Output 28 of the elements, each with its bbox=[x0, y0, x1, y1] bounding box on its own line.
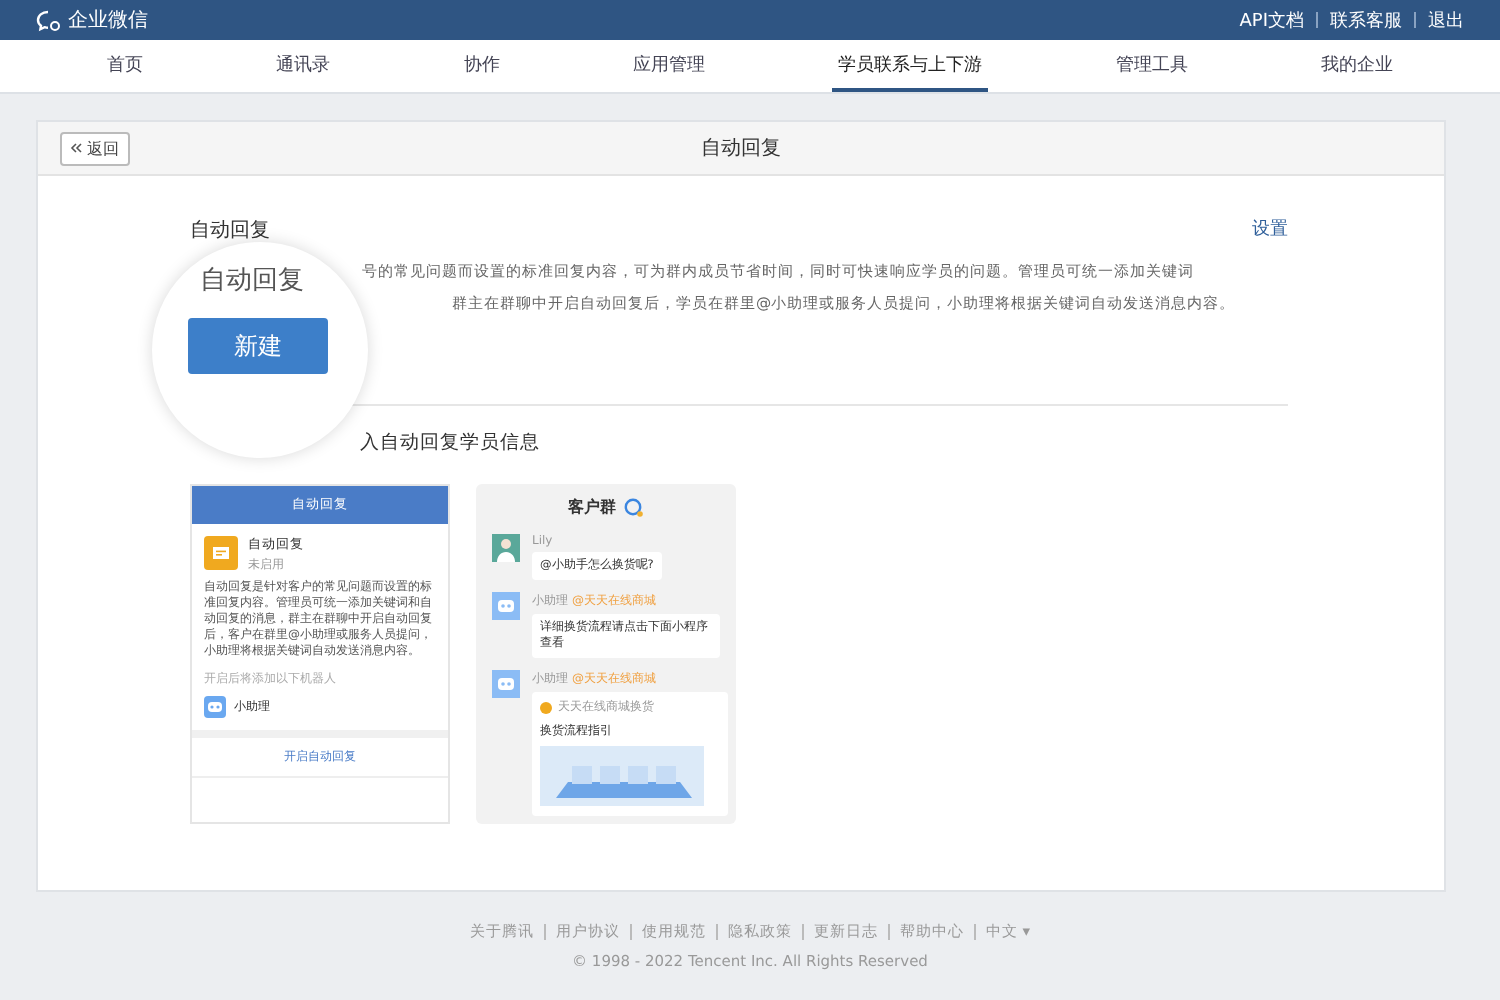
shop-icon bbox=[540, 701, 552, 713]
nav-tab[interactable]: 协作 bbox=[457, 40, 506, 92]
page-title: 自动回复 bbox=[701, 136, 781, 162]
robot-icon bbox=[204, 696, 226, 718]
chat-bubble-icon bbox=[36, 9, 62, 31]
nav-tab[interactable]: 我的企业 bbox=[1315, 40, 1400, 92]
nav-tab[interactable]: 学员联系与上下游 bbox=[832, 40, 989, 92]
top-link[interactable]: API文档 bbox=[1239, 7, 1304, 33]
zoomed-title: 自动回复 bbox=[200, 264, 304, 298]
message-icon bbox=[204, 536, 238, 570]
nav-tab[interactable]: 通讯录 bbox=[270, 40, 337, 92]
nav-tab[interactable]: 管理工具 bbox=[1109, 40, 1194, 92]
settings-link[interactable]: 设置 bbox=[1252, 216, 1288, 244]
preview-heading: 入自动回复学员信息 bbox=[358, 430, 542, 456]
new-button[interactable]: 新建 bbox=[188, 318, 328, 374]
brand-name: 企业微信 bbox=[68, 7, 148, 34]
double-chevron-icon bbox=[70, 142, 82, 154]
top-link[interactable]: 退出 bbox=[1428, 7, 1464, 33]
nav-tab[interactable]: 首页 bbox=[100, 40, 149, 92]
robot-avatar-icon bbox=[492, 592, 520, 620]
back-button[interactable]: 返回 bbox=[60, 132, 130, 166]
robot-avatar-icon bbox=[492, 670, 520, 698]
chat-title: 客户群 bbox=[568, 496, 616, 518]
nav-tab[interactable]: 应用管理 bbox=[626, 40, 711, 92]
person-avatar-icon bbox=[492, 534, 520, 562]
chat-bubble-icon bbox=[624, 497, 644, 517]
section-title: 自动回复 bbox=[190, 218, 270, 244]
top-link[interactable]: 联系客服 bbox=[1330, 7, 1402, 33]
